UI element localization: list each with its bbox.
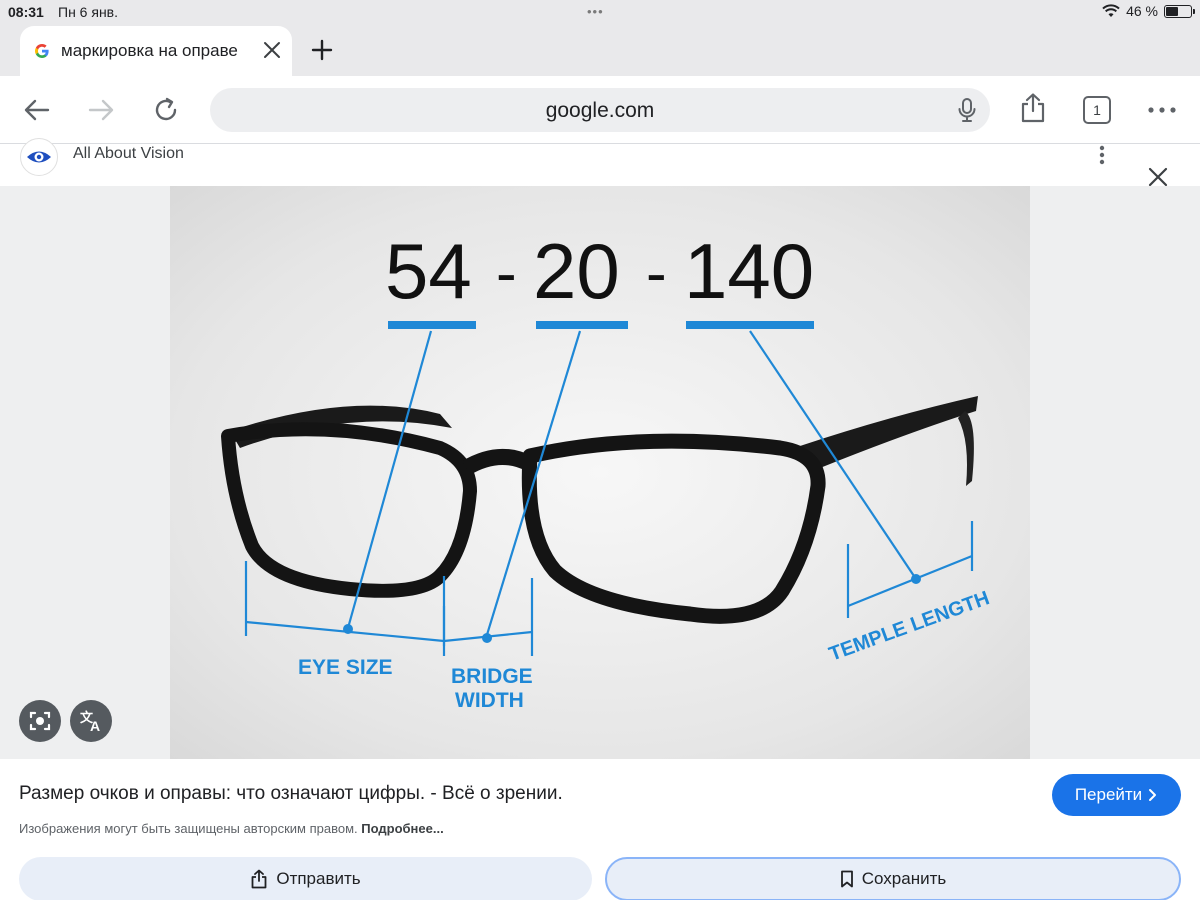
address-bar[interactable]: google.com xyxy=(210,88,990,132)
eye-size-number: 54 xyxy=(385,227,472,315)
visit-button[interactable]: Перейти xyxy=(1052,774,1181,816)
reload-icon[interactable] xyxy=(150,94,182,126)
eye-size-marker xyxy=(343,624,353,634)
preview-image[interactable]: 54 - 20 - 140 EYE SIZE BRIDGE WIDTH TEMP… xyxy=(170,186,1030,759)
measurement-lines xyxy=(244,330,974,656)
translate-button[interactable]: 文 A xyxy=(70,700,112,742)
share-icon xyxy=(251,869,267,889)
temple-marker xyxy=(911,574,921,584)
eye-size-label: EYE SIZE xyxy=(298,656,393,679)
save-button[interactable]: Сохранить xyxy=(605,857,1181,900)
close-tab-icon[interactable] xyxy=(260,38,284,62)
temple-underline xyxy=(686,321,814,329)
multitasking-dots[interactable]: ••• xyxy=(587,4,604,19)
kebab-menu-icon[interactable] xyxy=(1090,144,1114,168)
forward-arrow-icon[interactable] xyxy=(85,94,117,126)
share-button[interactable]: Отправить xyxy=(19,857,592,900)
back-arrow-icon[interactable] xyxy=(21,94,53,126)
browser-toolbar: google.com 1 xyxy=(0,76,1200,144)
status-indicators: 46 % xyxy=(1102,3,1195,19)
status-date: Пн 6 янв. xyxy=(58,4,118,20)
more-options-icon[interactable] xyxy=(1146,94,1178,126)
glasses-frame xyxy=(221,396,978,624)
chevron-right-icon xyxy=(1149,789,1157,801)
visit-label: Перейти xyxy=(1074,785,1143,804)
battery-level xyxy=(1166,6,1178,16)
bridge-label-line2: WIDTH xyxy=(455,689,524,712)
tab-switcher-button[interactable]: 1 xyxy=(1083,96,1111,124)
temple-number: 140 xyxy=(684,227,814,315)
image-viewer: 54 - 20 - 140 EYE SIZE BRIDGE WIDTH TEMP… xyxy=(0,186,1200,759)
source-row: All About Vision xyxy=(0,138,1200,187)
learn-more-link[interactable]: Подробнее... xyxy=(361,821,443,836)
svg-text:A: A xyxy=(90,718,100,734)
copyright-text: Изображения могут быть защищены авторски… xyxy=(19,821,358,836)
dash-1: - xyxy=(496,239,517,308)
share-icon[interactable] xyxy=(1017,92,1049,124)
wifi-icon xyxy=(1102,4,1120,17)
battery-icon xyxy=(1164,4,1195,18)
browser-tab[interactable]: маркировка на оправе xyxy=(20,26,292,76)
battery-percent: 46 % xyxy=(1126,3,1158,19)
translate-icon: 文 A xyxy=(80,710,100,734)
temple-label: TEMPLE LENGTH xyxy=(826,587,992,665)
tab-count: 1 xyxy=(1093,102,1101,118)
share-label: Отправить xyxy=(276,869,361,888)
tab-strip: маркировка на оправе xyxy=(0,24,1200,76)
bridge-label-line1: BRIDGE xyxy=(451,665,533,688)
source-name[interactable]: All About Vision xyxy=(73,145,184,163)
eye-icon xyxy=(27,151,51,163)
copyright-notice: Изображения могут быть защищены авторски… xyxy=(19,821,444,836)
new-tab-icon[interactable] xyxy=(308,36,336,64)
lens-search-button[interactable] xyxy=(19,700,61,742)
microphone-icon[interactable] xyxy=(956,97,978,123)
camera-lens-icon xyxy=(29,711,51,731)
dash-2: - xyxy=(646,239,667,308)
bridge-marker xyxy=(482,633,492,643)
tab-title: маркировка на оправе xyxy=(61,41,238,60)
status-time: 08:31 xyxy=(8,4,44,20)
save-label: Сохранить xyxy=(861,869,947,888)
glasses-diagram: 54 - 20 - 140 EYE SIZE BRIDGE WIDTH TEMP… xyxy=(221,227,992,712)
google-g-icon xyxy=(35,44,49,58)
source-favicon xyxy=(20,138,58,176)
address-url: google.com xyxy=(545,99,655,122)
bridge-number: 20 xyxy=(533,227,620,315)
status-bar: 08:31 Пн 6 янв. ••• 46 % xyxy=(0,0,1200,24)
result-title[interactable]: Размер очков и оправы: что означают цифр… xyxy=(19,783,563,805)
bridge-underline xyxy=(536,321,628,329)
bookmark-icon xyxy=(840,870,853,888)
eye-size-underline xyxy=(388,321,476,329)
